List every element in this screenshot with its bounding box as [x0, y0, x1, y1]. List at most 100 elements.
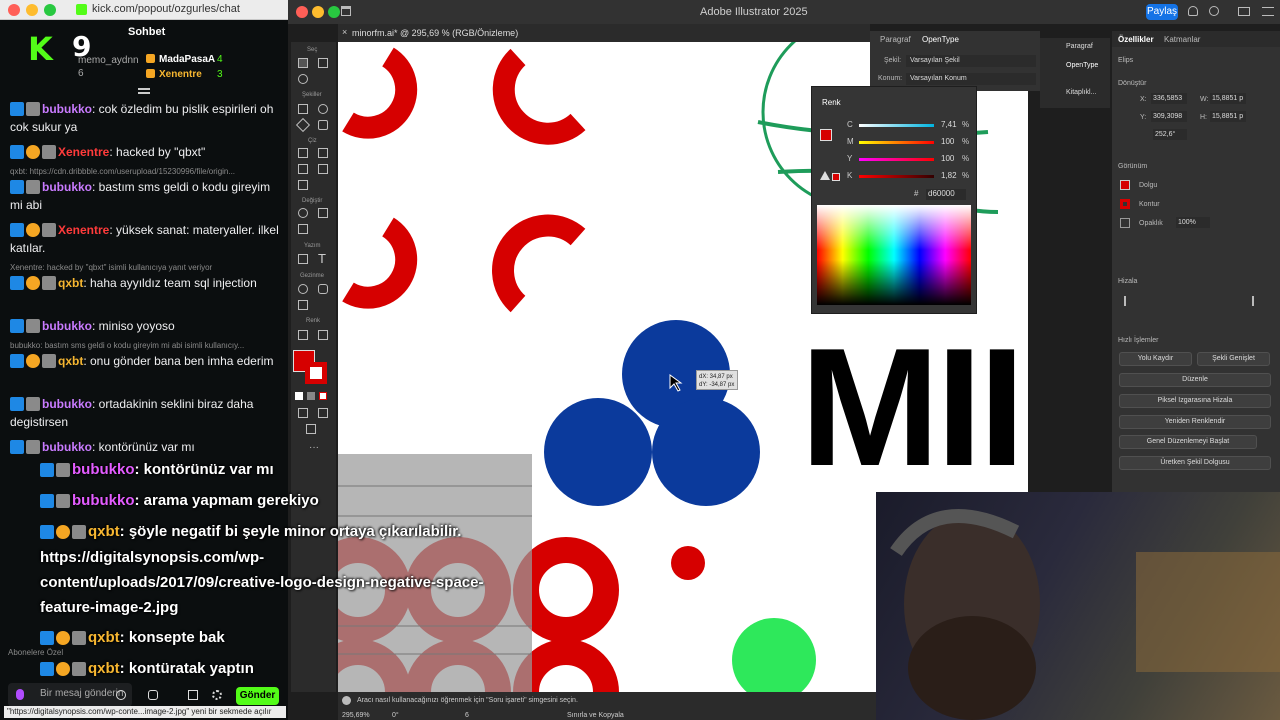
generative-fill-button[interactable]: Üretken Şekil Dolgusu — [1119, 456, 1271, 470]
opentype-panel-button[interactable]: OpenType — [1066, 62, 1098, 69]
chat-username[interactable]: qxbt — [58, 354, 83, 368]
panels-icon[interactable] — [1262, 7, 1274, 16]
shape-select[interactable]: Varsayılan Şekil — [906, 55, 1036, 67]
height-input[interactable]: 15,8851 p — [1210, 111, 1246, 122]
chat-username[interactable]: bubukko — [42, 440, 92, 454]
y-input[interactable]: 309,3098 — [1151, 111, 1187, 122]
reply-preview[interactable]: bubukko: bastım sms geldi o kodu gireyim… — [10, 341, 282, 350]
scissors-tool-icon[interactable] — [318, 148, 328, 158]
red-ring[interactable] — [513, 639, 619, 692]
rectangle-tool-icon[interactable] — [298, 104, 308, 114]
blue-circle-left[interactable] — [544, 398, 652, 506]
maximize-icon[interactable] — [44, 4, 56, 16]
reflect-tool-icon[interactable] — [318, 208, 328, 218]
gamut-warning-icon[interactable] — [820, 171, 830, 180]
rotation-value[interactable]: 0° — [392, 712, 399, 719]
recolor-button[interactable]: Yeniden Renklendir — [1119, 415, 1271, 429]
slider-value-m[interactable]: 100 — [941, 137, 954, 146]
red-dot[interactable] — [671, 546, 705, 580]
slider-value-k[interactable]: 1,82 — [941, 171, 957, 180]
chat-username[interactable]: bubukko — [42, 102, 92, 116]
gradient-mode-icon[interactable] — [307, 392, 315, 400]
close-tab-icon[interactable]: × — [342, 27, 347, 37]
chat-username[interactable]: bubukko — [42, 397, 92, 411]
canvas-text[interactable]: MII — [800, 322, 1025, 492]
stroke-swatch[interactable] — [305, 362, 327, 384]
color-mode-icon[interactable] — [295, 392, 303, 400]
gamut-swatch[interactable] — [832, 173, 840, 181]
rotate-view-tool-icon[interactable] — [298, 300, 308, 310]
chat-username[interactable]: bubukko — [42, 319, 92, 333]
blue-circle-right[interactable] — [652, 398, 760, 506]
expand-shape-button[interactable]: Şekli Genişlet — [1197, 352, 1270, 366]
chat-username[interactable]: qxbt — [58, 276, 83, 290]
red-arc-shape[interactable] — [342, 217, 418, 309]
send-button[interactable]: Gönder — [236, 687, 279, 705]
scale-tool-icon[interactable] — [298, 224, 308, 234]
zoom-tool-icon[interactable] — [298, 284, 308, 294]
pen-tool-icon[interactable] — [298, 148, 308, 158]
align-buttons[interactable] — [1124, 296, 1254, 306]
global-edit-button[interactable]: Genel Düzenlemeyi Başlat — [1119, 435, 1257, 449]
lasso-tool-icon[interactable] — [298, 74, 308, 84]
gradient-tool-icon[interactable] — [298, 330, 308, 340]
offset-path-button[interactable]: Yolu Kaydır — [1119, 352, 1192, 366]
screen-mode-icon[interactable] — [318, 408, 328, 418]
help-icon[interactable] — [342, 696, 351, 705]
close-icon[interactable] — [296, 6, 308, 18]
hand-tool-icon[interactable] — [318, 284, 328, 294]
minimize-icon[interactable] — [26, 4, 38, 16]
gift-icon[interactable] — [188, 690, 198, 700]
none-mode-icon[interactable] — [319, 392, 327, 400]
arrange-button[interactable]: Düzenle — [1119, 373, 1271, 387]
type-tool-icon[interactable]: T — [318, 251, 326, 266]
mic-icon[interactable] — [16, 689, 24, 700]
libraries-panel-button[interactable]: Kitaplıkl... — [1066, 89, 1096, 96]
stroke-swatch[interactable] — [1120, 199, 1130, 209]
type-path-tool-icon[interactable] — [298, 254, 308, 264]
eraser-tool-icon[interactable] — [298, 180, 308, 190]
chat-username[interactable]: Xenentre — [58, 145, 109, 159]
align-pixel-grid-button[interactable]: Piksel Izgarasına Hizala — [1119, 394, 1271, 408]
slider-value-y[interactable]: 100 — [941, 154, 954, 163]
tab-layers[interactable]: Katmanlar — [1164, 35, 1200, 44]
chat-username[interactable]: bubukko — [42, 180, 92, 194]
slider-value-c[interactable]: 7,41 — [941, 120, 957, 129]
draw-mode-icon[interactable] — [298, 408, 308, 418]
share-button[interactable]: Paylaş — [1146, 4, 1178, 20]
red-arc-shape[interactable] — [492, 214, 586, 313]
slider-y[interactable] — [859, 158, 934, 161]
opacity-input[interactable]: 100% — [1176, 217, 1210, 228]
red-arc-shape[interactable] — [342, 47, 418, 139]
more-tools-icon[interactable]: ··· — [309, 442, 319, 453]
reply-preview[interactable]: Xenentre: hacked by "qbxt" isimli kullan… — [10, 263, 282, 272]
red-ring[interactable] — [513, 537, 619, 643]
edit-toolbar-icon[interactable] — [306, 424, 316, 434]
x-input[interactable]: 336,5853 — [1151, 93, 1187, 104]
position-select[interactable]: Varsayılan Konum — [906, 73, 1036, 85]
color-spectrum[interactable] — [817, 205, 971, 305]
close-icon[interactable] — [8, 4, 20, 16]
width-input[interactable]: 15,8851 p — [1210, 93, 1246, 104]
angle-input[interactable]: 252,6° — [1153, 129, 1187, 140]
tab-paragraph[interactable]: Paragraf — [880, 35, 911, 44]
tab-opentype[interactable]: OpenType — [922, 35, 959, 44]
direct-selection-tool-icon[interactable] — [318, 58, 328, 68]
gear-icon[interactable] — [212, 690, 222, 700]
drag-handle-icon[interactable] — [138, 88, 150, 94]
ellipse-tool-icon[interactable] — [318, 104, 328, 114]
paragraph-panel-button[interactable]: Paragraf — [1066, 43, 1093, 50]
artboard-number[interactable]: 6 — [465, 712, 469, 719]
chat-username[interactable]: Xenentre — [58, 223, 109, 237]
search-icon[interactable] — [1209, 6, 1219, 16]
tab-properties[interactable]: Özellikler — [1118, 35, 1154, 44]
minimize-icon[interactable] — [312, 6, 324, 18]
rotate-tool-icon[interactable] — [298, 208, 308, 218]
selection-tool-icon[interactable] — [298, 58, 308, 68]
eyedropper-tool-icon[interactable] — [318, 330, 328, 340]
home-icon[interactable] — [341, 6, 351, 16]
bell-icon[interactable] — [1188, 6, 1198, 16]
zoom-level[interactable]: 295,69% — [342, 712, 370, 719]
brush-tool-icon[interactable] — [318, 164, 328, 174]
reply-preview[interactable]: qxbt: https://cdn.dribbble.com/useruploa… — [10, 167, 282, 176]
